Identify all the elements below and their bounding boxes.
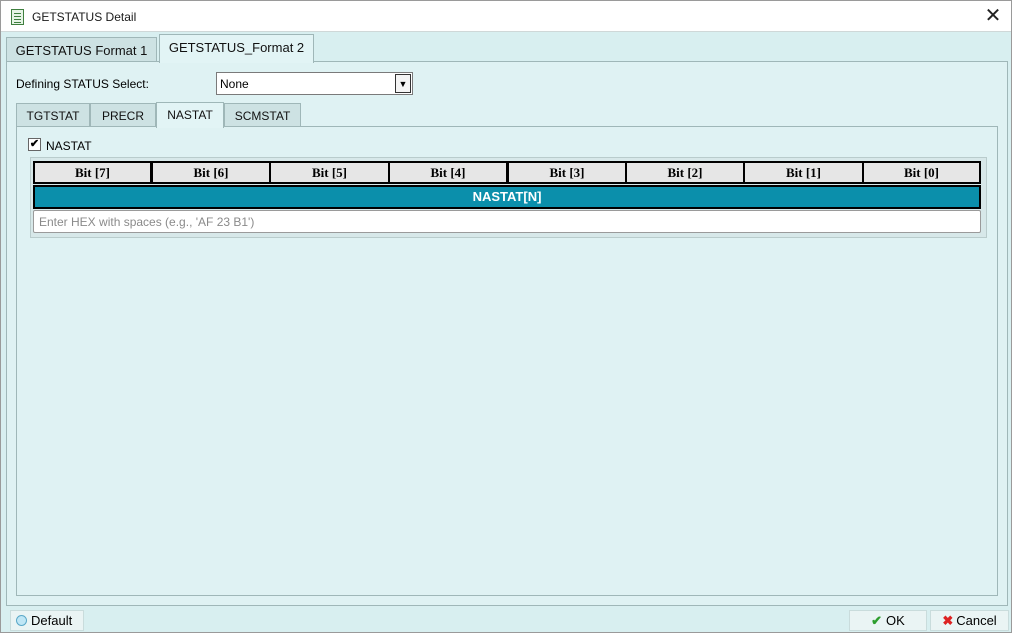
bit-0-header: Bit [0] <box>862 161 981 184</box>
bit-4-header: Bit [4] <box>388 161 508 184</box>
bit-1-header: Bit [1] <box>743 161 864 184</box>
document-list-icon <box>11 9 24 25</box>
title-bar: GETSTATUS Detail ✕ <box>1 1 1011 32</box>
tab-nastat[interactable]: NASTAT <box>156 102 224 128</box>
x-icon: ✖ <box>942 613 954 628</box>
ok-button[interactable]: ✔ OK <box>849 610 927 631</box>
bit-5-header: Bit [5] <box>269 161 390 184</box>
defining-status-select[interactable]: None ▼ <box>216 72 413 95</box>
tab-scmstat[interactable]: SCMSTAT <box>224 103 301 127</box>
checkmark-icon: ✔ <box>871 613 883 628</box>
nastat-checkbox-label: NASTAT <box>46 139 92 153</box>
bit-6-header: Bit [6] <box>151 161 271 184</box>
bit-3-header: Bit [3] <box>507 161 627 184</box>
cancel-button[interactable]: ✖ Cancel <box>930 610 1009 631</box>
nastat-field-bar[interactable]: NASTAT[N] <box>33 185 981 209</box>
bit-7-header: Bit [7] <box>33 161 152 184</box>
tab-precr[interactable]: PRECR <box>90 103 156 127</box>
tab-getstatus-format-1[interactable]: GETSTATUS Format 1 <box>6 37 157 63</box>
cancel-label: Cancel <box>956 613 997 628</box>
default-button[interactable]: Default <box>10 610 84 631</box>
defining-status-label: Defining STATUS Select: <box>16 77 149 91</box>
defining-status-value: None <box>220 77 249 91</box>
bit-2-header: Bit [2] <box>625 161 745 184</box>
tab-tgtstat[interactable]: TGTSTAT <box>16 103 90 127</box>
tab-getstatus-format-2[interactable]: GETSTATUS_Format 2 <box>159 34 314 63</box>
chevron-down-icon[interactable]: ▼ <box>395 74 411 93</box>
ok-label: OK <box>886 613 905 628</box>
window-title: GETSTATUS Detail <box>32 10 137 24</box>
getstatus-detail-window: GETSTATUS Detail ✕ GETSTATUS Format 1 GE… <box>0 0 1012 633</box>
nastat-checkbox[interactable]: ✔ <box>28 138 41 151</box>
hex-input[interactable] <box>33 210 981 233</box>
default-label: Default <box>31 613 73 628</box>
close-button[interactable]: ✕ <box>979 3 1007 30</box>
circle-icon <box>16 615 27 626</box>
